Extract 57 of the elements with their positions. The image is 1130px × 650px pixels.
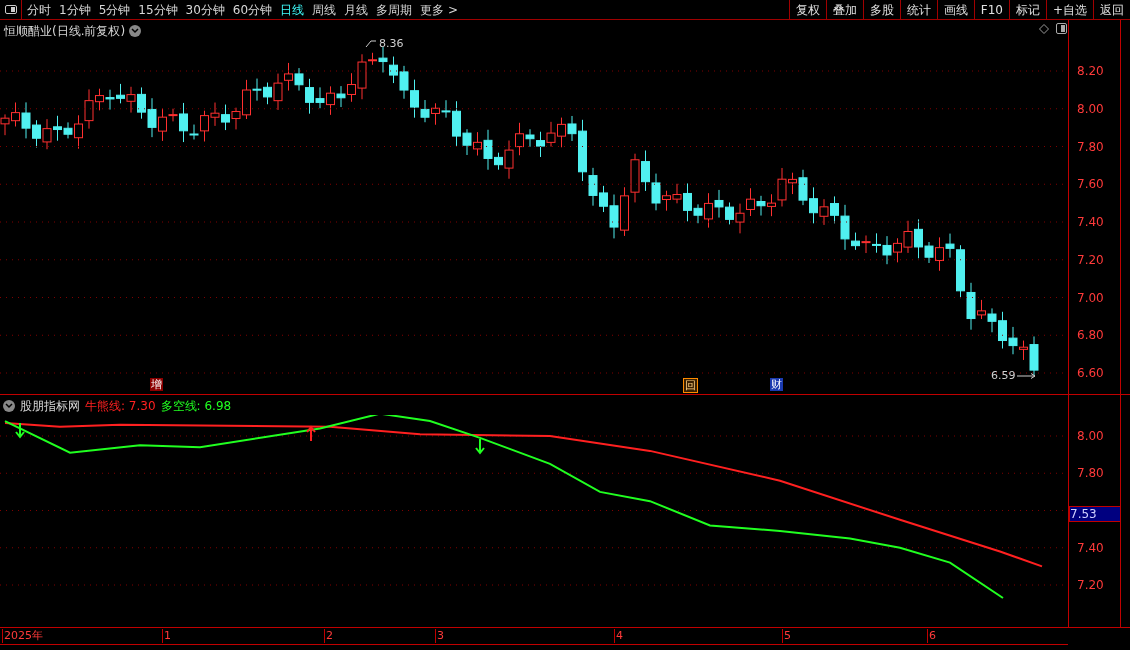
indicator-axis-label: 7.40 — [1077, 540, 1104, 555]
indicator-legend: 多空线: 6.98 — [160, 397, 232, 415]
period-tab[interactable]: 周线 — [312, 0, 337, 19]
price-axis-label: 6.60 — [1077, 366, 1104, 380]
toolbar-button[interactable]: 复权 — [788, 0, 826, 19]
date-axis-label: 2025年 — [2, 629, 43, 643]
panel-toggle-icon[interactable] — [1056, 23, 1067, 34]
up-arrow-icon — [306, 425, 316, 442]
indicator-legend: 牛熊线: 7.30 — [85, 397, 156, 415]
price-axis-label: 7.60 — [1077, 177, 1104, 192]
indicator-axis-label: 7.80 — [1077, 466, 1104, 481]
toolbar-button[interactable]: F10 — [973, 0, 1009, 19]
toolbar-button[interactable]: 叠加 — [825, 0, 863, 19]
down-arrow-icon — [15, 422, 25, 439]
indicator-axis-label: 7.20 — [1077, 578, 1104, 592]
toolbar-button[interactable]: 画线 — [936, 0, 974, 19]
price-axis-label: 7.00 — [1077, 290, 1104, 305]
period-tab[interactable]: 分时 — [27, 0, 51, 19]
low-price-label: 6.59 — [991, 368, 1016, 384]
date-axis-label: 3 — [435, 629, 444, 643]
price-axis-label: 7.80 — [1077, 139, 1104, 154]
price-axis-label: 7.20 — [1077, 252, 1104, 267]
stock-title: 恒顺醋业(日线.前复权) — [4, 23, 126, 40]
date-axis-label: 5 — [782, 629, 791, 643]
indicator-axis-label: 8.00 — [1077, 429, 1104, 443]
price-axis-label: 6.80 — [1077, 328, 1104, 343]
price-axis-label: 7.40 — [1077, 215, 1104, 229]
date-axis-label: 6 — [927, 629, 936, 643]
toolbar-button[interactable]: 多股 — [862, 0, 900, 19]
period-tab[interactable]: 更多 > — [420, 0, 458, 19]
down-arrow-icon — [475, 438, 485, 455]
date-axis-label: 1 — [162, 629, 171, 643]
period-tab[interactable]: 30分钟 — [185, 0, 225, 19]
toolbar-button[interactable]: 返回 — [1093, 0, 1130, 19]
period-tab[interactable]: 多周期 — [376, 0, 413, 19]
high-price-label: 8.36 — [379, 36, 404, 52]
toolbar-button[interactable]: 统计 — [899, 0, 937, 19]
event-marker[interactable]: 回 — [683, 378, 698, 393]
chevron-down-icon[interactable] — [3, 400, 15, 412]
toolbar-button[interactable]: 标记 — [1008, 0, 1046, 19]
event-marker[interactable]: 财 — [770, 378, 783, 391]
price-axis-label: 8.00 — [1077, 101, 1104, 116]
period-tab[interactable]: 15分钟 — [138, 0, 178, 19]
period-tab[interactable]: 1分钟 — [59, 0, 91, 19]
indicator-name: 股朋指标网 — [20, 398, 80, 415]
toolbar-button[interactable]: +自选 — [1045, 0, 1093, 19]
crosshair-value-label: 7.53 — [1069, 506, 1121, 522]
period-tab[interactable]: 日线 — [280, 0, 305, 19]
date-axis-label: 2 — [324, 629, 333, 643]
pointer-arrow-icon — [1016, 373, 1037, 380]
event-marker[interactable]: 增 — [150, 378, 163, 391]
price-axis-label: 8.20 — [1077, 64, 1104, 78]
period-tab[interactable]: 60分钟 — [232, 0, 273, 19]
chevron-down-icon[interactable] — [129, 25, 142, 37]
period-tab[interactable]: 5分钟 — [98, 0, 131, 19]
period-tab[interactable]: 月线 — [344, 0, 369, 19]
date-axis-label: 4 — [614, 629, 623, 643]
